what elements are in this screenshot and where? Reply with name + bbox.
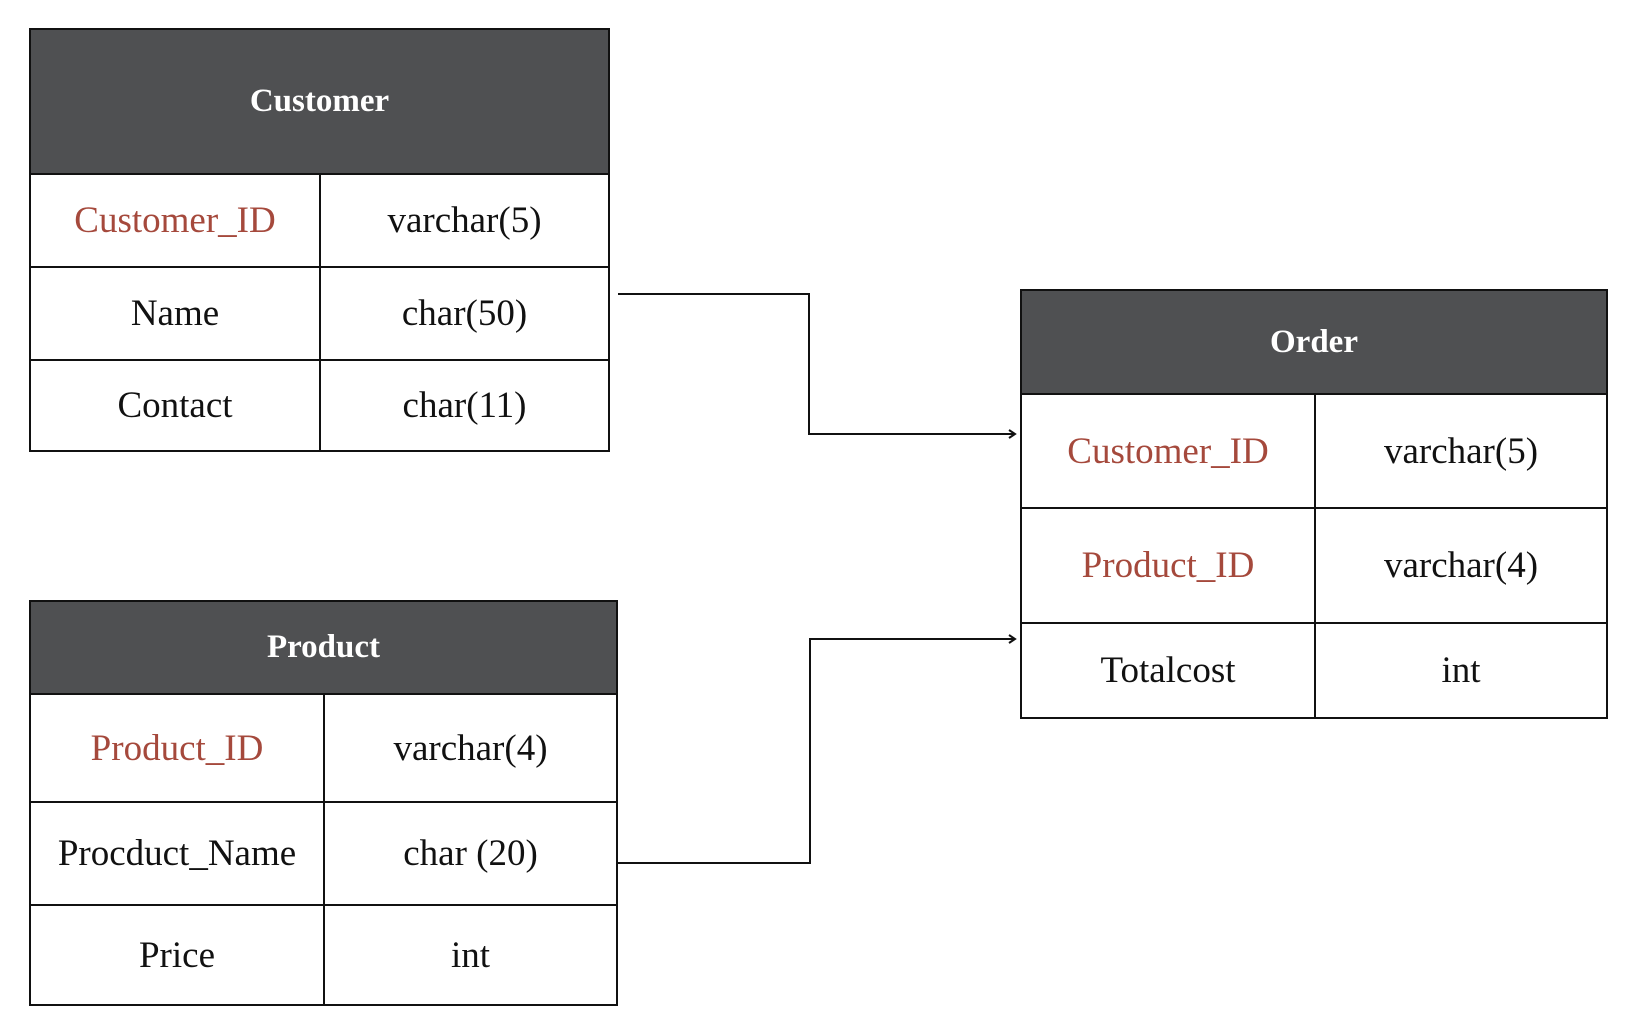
customer-to-order-connector <box>618 293 1014 435</box>
product-to-order-connector <box>618 638 1014 864</box>
connectors <box>618 293 1017 864</box>
